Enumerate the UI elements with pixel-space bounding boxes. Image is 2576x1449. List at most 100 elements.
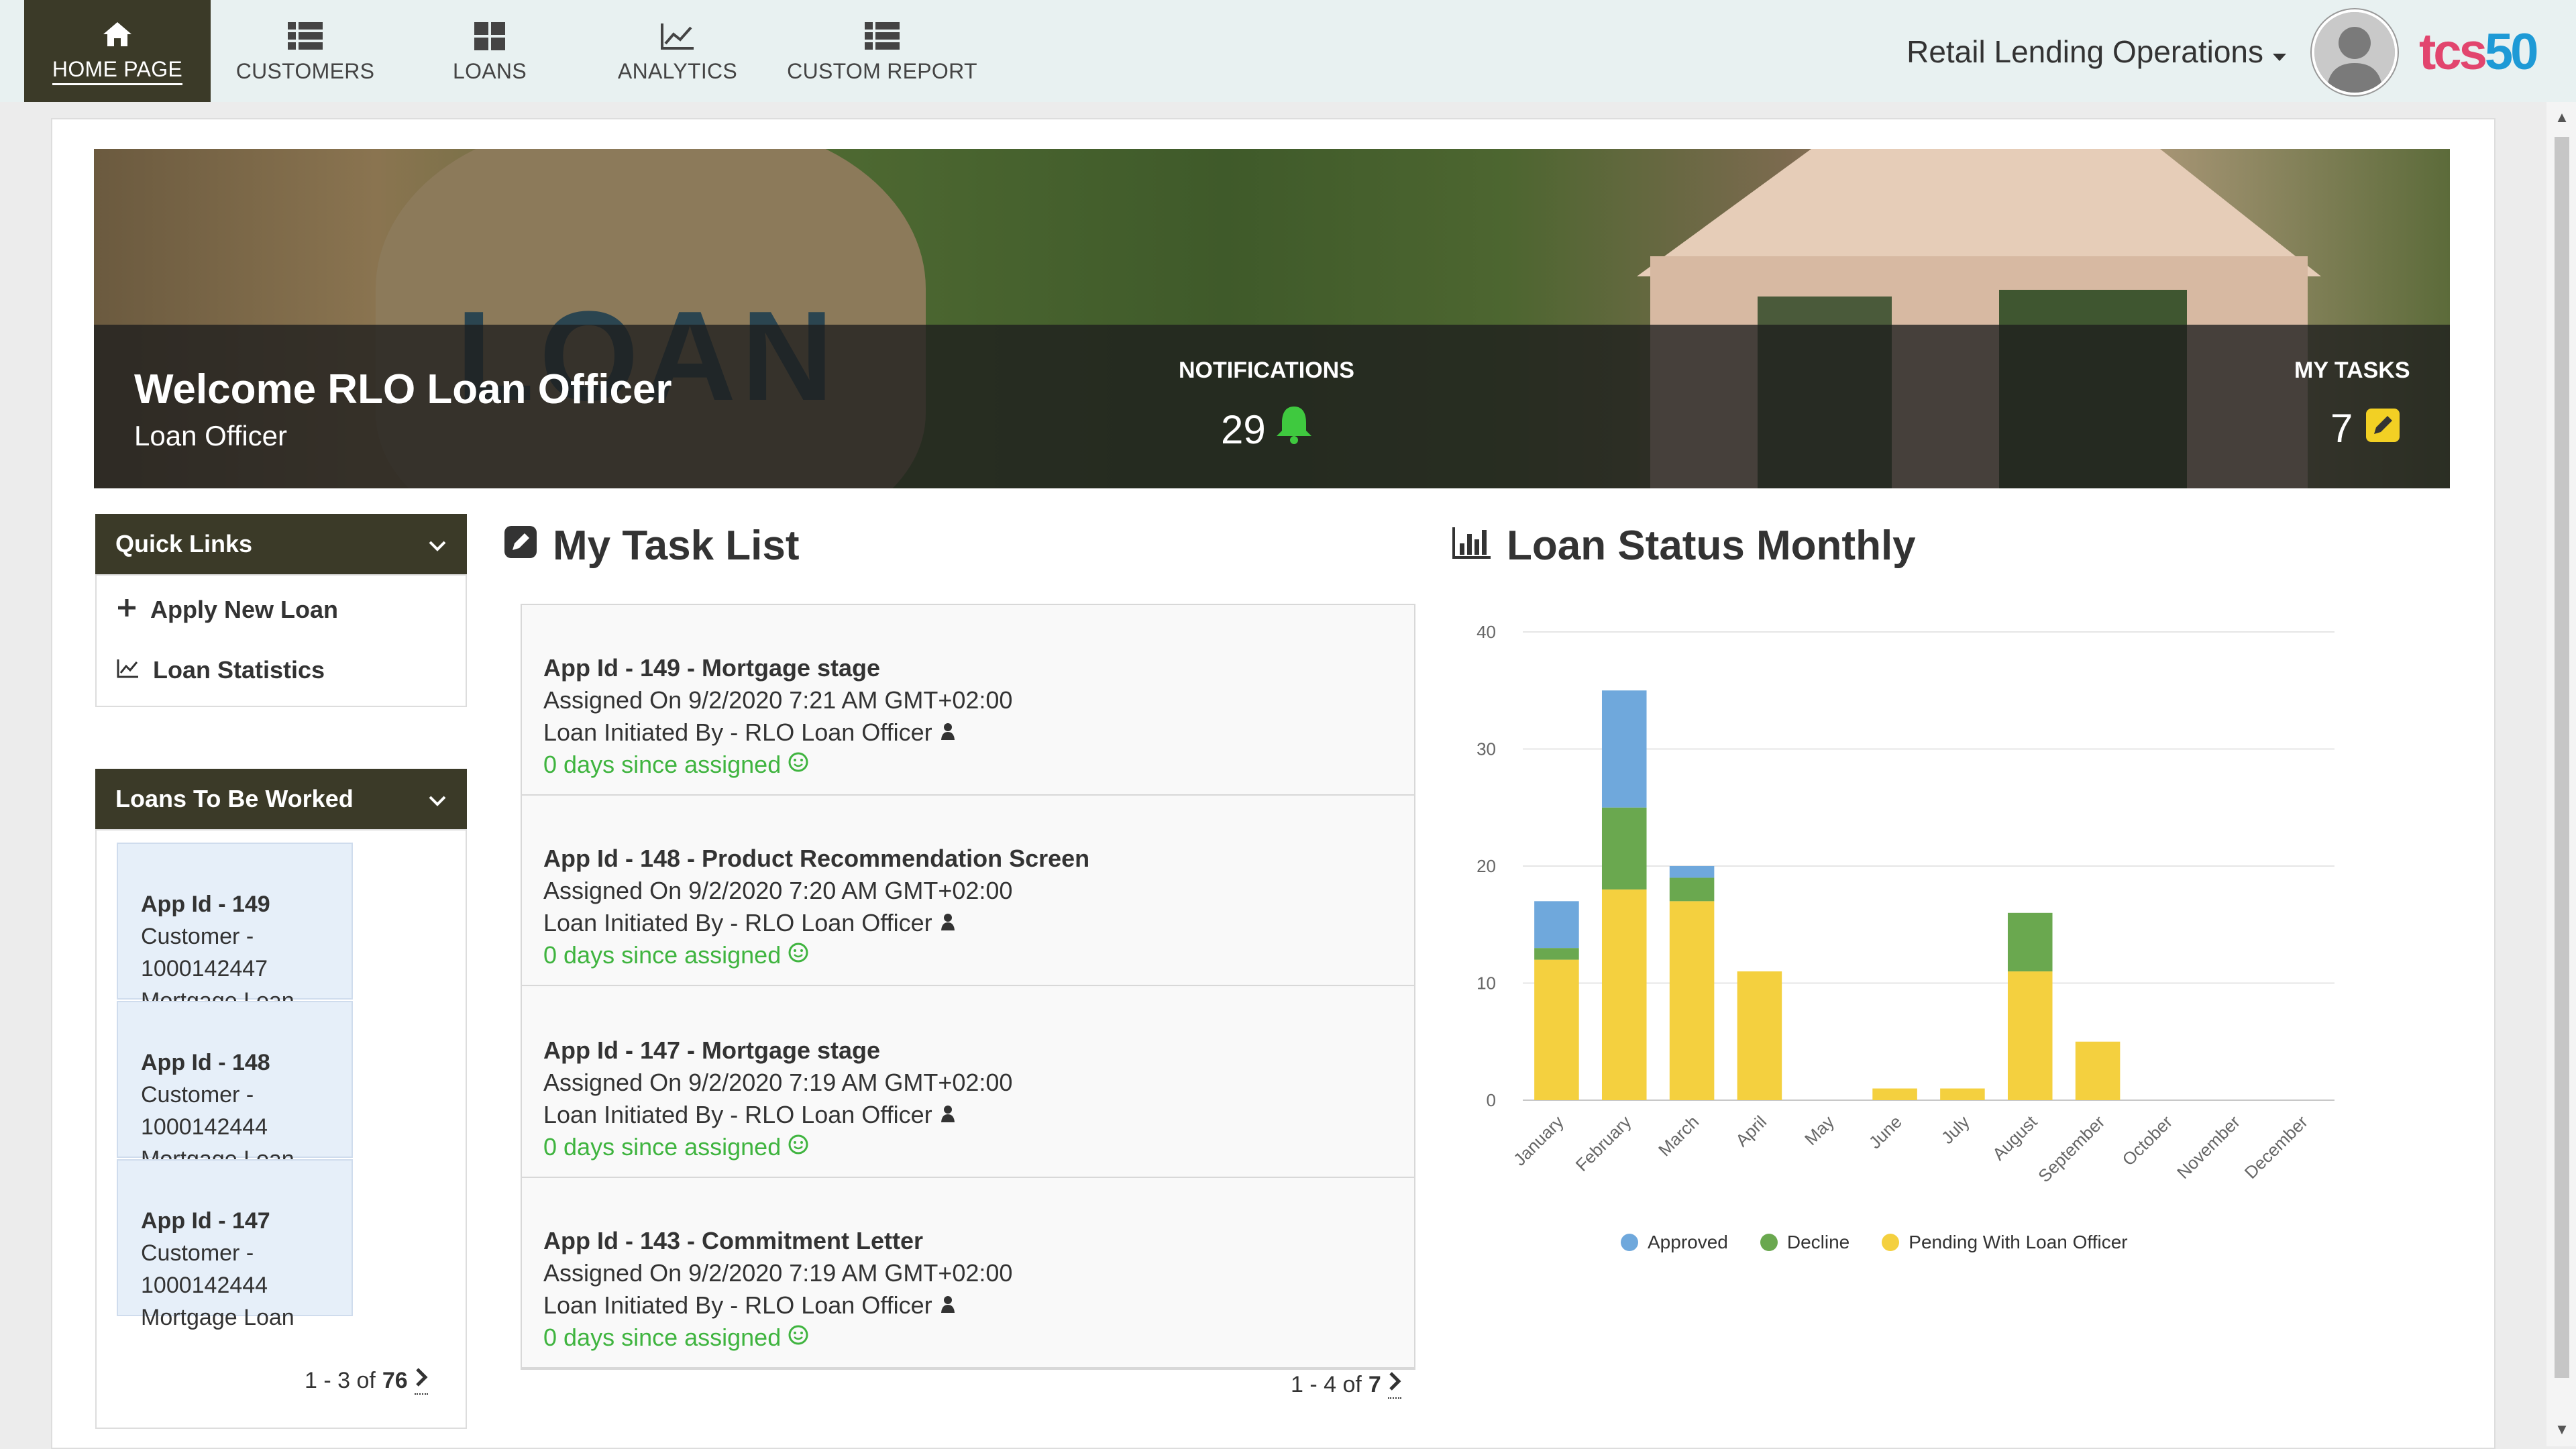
legend-dot <box>1621 1234 1638 1251</box>
x-tick-label: May <box>1801 1112 1838 1149</box>
scroll-thumb[interactable] <box>2555 137 2569 1378</box>
task-days: 0 days since assigned <box>543 751 782 778</box>
smile-icon <box>788 1131 809 1163</box>
bar-segment <box>1872 1088 1917 1100</box>
task-title: App Id - 148 - Product Recommendation Sc… <box>543 845 1090 872</box>
loan-app-id: App Id - 148 <box>141 1050 270 1075</box>
bar-segment <box>2075 1041 2121 1100</box>
loan-customer: Customer - 1000142447 <box>141 924 268 981</box>
legend-item-approved[interactable]: Approved <box>1621 1232 1728 1253</box>
x-tick-label: April <box>1731 1112 1770 1150</box>
home-icon <box>102 17 133 52</box>
x-tick-label: September <box>2034 1112 2108 1186</box>
my-tasks-counter[interactable]: 7 <box>2330 405 2400 451</box>
bar-segment <box>1737 971 1782 1100</box>
x-tick-label: March <box>1654 1112 1703 1160</box>
page-scrollbar[interactable]: ▲ ▼ <box>2546 102 2576 1446</box>
notifications-count: 29 <box>1221 407 1266 452</box>
loan-app-id: App Id - 149 <box>141 892 270 917</box>
nav-label: ANALYTICS <box>617 58 738 83</box>
chevron-down-icon <box>428 785 447 813</box>
task-initiated-row: Loan Initiated By - RLO Loan Officer <box>543 1289 1414 1322</box>
chart-title: Loan Status Monthly <box>1452 522 1916 570</box>
quick-links-header[interactable]: Quick Links <box>95 514 467 574</box>
loan-card[interactable]: App Id - 149 Customer - 1000142447 Mortg… <box>117 843 353 1014</box>
task-initiated: Loan Initiated By - RLO Loan Officer <box>543 1291 932 1319</box>
y-tick-label: 40 <box>1477 622 1496 642</box>
x-tick-label: July <box>1937 1112 1974 1148</box>
caret-down-icon <box>2271 34 2288 70</box>
org-selector-label: Retail Lending Operations <box>1907 34 2263 69</box>
x-tick-label: February <box>1572 1112 1635 1175</box>
loans-pager: 1 - 3 of 76 <box>305 1367 428 1395</box>
nav-label: HOME PAGE <box>52 57 183 85</box>
loan-status-chart: 0 10 20 30 40 January February March April May Jun… <box>1477 622 2334 1186</box>
x-tick-label: August <box>1988 1111 2041 1164</box>
smile-icon <box>788 749 809 781</box>
apply-new-loan-link[interactable]: Apply New Loan <box>117 596 338 624</box>
loan-card[interactable]: App Id - 147 Customer - 1000142444 Mortg… <box>117 1159 353 1330</box>
legend-dot <box>1882 1234 1900 1251</box>
scroll-up-arrow-icon[interactable]: ▲ <box>2555 109 2569 126</box>
list-icon <box>865 19 900 54</box>
link-label: Loan Statistics <box>153 656 325 684</box>
nav-label: CUSTOM REPORT <box>787 58 977 83</box>
task-initiated-row: Loan Initiated By - RLO Loan Officer <box>543 1099 1414 1131</box>
task-initiated-row: Loan Initiated By - RLO Loan Officer <box>543 907 1414 939</box>
nav-label: LOANS <box>453 58 527 83</box>
bar-segment <box>2007 912 2053 972</box>
x-tick-label: June <box>1865 1112 1906 1152</box>
chevron-right-icon[interactable] <box>1387 1371 1401 1399</box>
loan-card[interactable]: App Id - 148 Customer - 1000142444 Mortg… <box>117 1001 353 1172</box>
org-selector-dropdown[interactable]: Retail Lending Operations <box>1907 34 2288 70</box>
scroll-down-arrow-icon[interactable]: ▼ <box>2555 1421 2569 1438</box>
task-list-title: My Task List <box>503 522 800 570</box>
task-days: 0 days since assigned <box>543 1133 782 1161</box>
bar-segment <box>1534 948 1579 960</box>
loan-statistics-link[interactable]: Loan Statistics <box>117 656 325 684</box>
loan-app-id: App Id - 147 <box>141 1208 270 1234</box>
top-navigation-bar: HOME PAGE CUSTOMERS LOANS ANALYTICS CUST… <box>0 0 2576 102</box>
link-label: Apply New Loan <box>150 596 339 623</box>
bar-segment <box>1601 807 1647 890</box>
pager-range: 1 - 4 of <box>1291 1372 1362 1397</box>
chevron-right-icon[interactable] <box>414 1367 428 1395</box>
task-item[interactable]: App Id - 149 - Mortgage stage Assigned O… <box>522 605 1414 796</box>
legend-dot <box>1760 1234 1778 1251</box>
nav-customers[interactable]: CUSTOMERS <box>221 0 389 102</box>
task-list-pager: 1 - 4 of 7 <box>1291 1371 1401 1399</box>
user-avatar[interactable] <box>2312 9 2398 95</box>
brand-logo: tcs50 <box>2419 23 2539 81</box>
task-item[interactable]: App Id - 143 - Commitment Letter Assigne… <box>522 1178 1414 1368</box>
y-tick-label: 20 <box>1477 856 1496 876</box>
chart-legend: Approved Decline Pending With Loan Offic… <box>1621 1232 2128 1253</box>
task-title: App Id - 147 - Mortgage stage <box>543 1036 881 1064</box>
nav-loans[interactable]: LOANS <box>409 0 570 102</box>
legend-label: Pending With Loan Officer <box>1909 1232 2128 1252</box>
task-item[interactable]: App Id - 147 - Mortgage stage Assigned O… <box>522 987 1414 1178</box>
task-item[interactable]: App Id - 148 - Product Recommendation Sc… <box>522 796 1414 986</box>
quick-links-body: Apply New Loan Loan Statistics <box>95 574 467 707</box>
task-initiated: Loan Initiated By - RLO Loan Officer <box>543 909 932 936</box>
task-assigned: Assigned On 9/2/2020 7:20 AM GMT+02:00 <box>543 877 1013 904</box>
nav-custom-report[interactable]: CUSTOM REPORT <box>785 0 979 102</box>
bar-segment <box>1669 901 1715 1100</box>
my-tasks-label: MY TASKS <box>2294 358 2410 383</box>
notifications-counter[interactable]: 29 <box>1221 405 1313 453</box>
quick-links-title: Quick Links <box>115 530 253 557</box>
legend-item-pending[interactable]: Pending With Loan Officer <box>1882 1232 2128 1253</box>
task-assigned: Assigned On 9/2/2020 7:21 AM GMT+02:00 <box>543 686 1013 714</box>
notifications-label: NOTIFICATIONS <box>1179 358 1354 383</box>
nav-label: CUSTOMERS <box>235 58 375 83</box>
nav-home-page[interactable]: HOME PAGE <box>24 0 211 102</box>
smile-icon <box>788 1322 809 1354</box>
task-initiated: Loan Initiated By - RLO Loan Officer <box>543 718 932 746</box>
task-days-row: 0 days since assigned <box>543 939 1414 971</box>
y-tick-label: 30 <box>1477 739 1496 759</box>
x-tick-label: October <box>2118 1112 2177 1170</box>
loans-to-work-header[interactable]: Loans To Be Worked <box>95 769 467 829</box>
bar-segment <box>1669 877 1715 902</box>
brand-text-50: 50 <box>2484 23 2539 80</box>
legend-item-decline[interactable]: Decline <box>1760 1232 1849 1253</box>
nav-analytics[interactable]: ANALYTICS <box>590 0 765 102</box>
